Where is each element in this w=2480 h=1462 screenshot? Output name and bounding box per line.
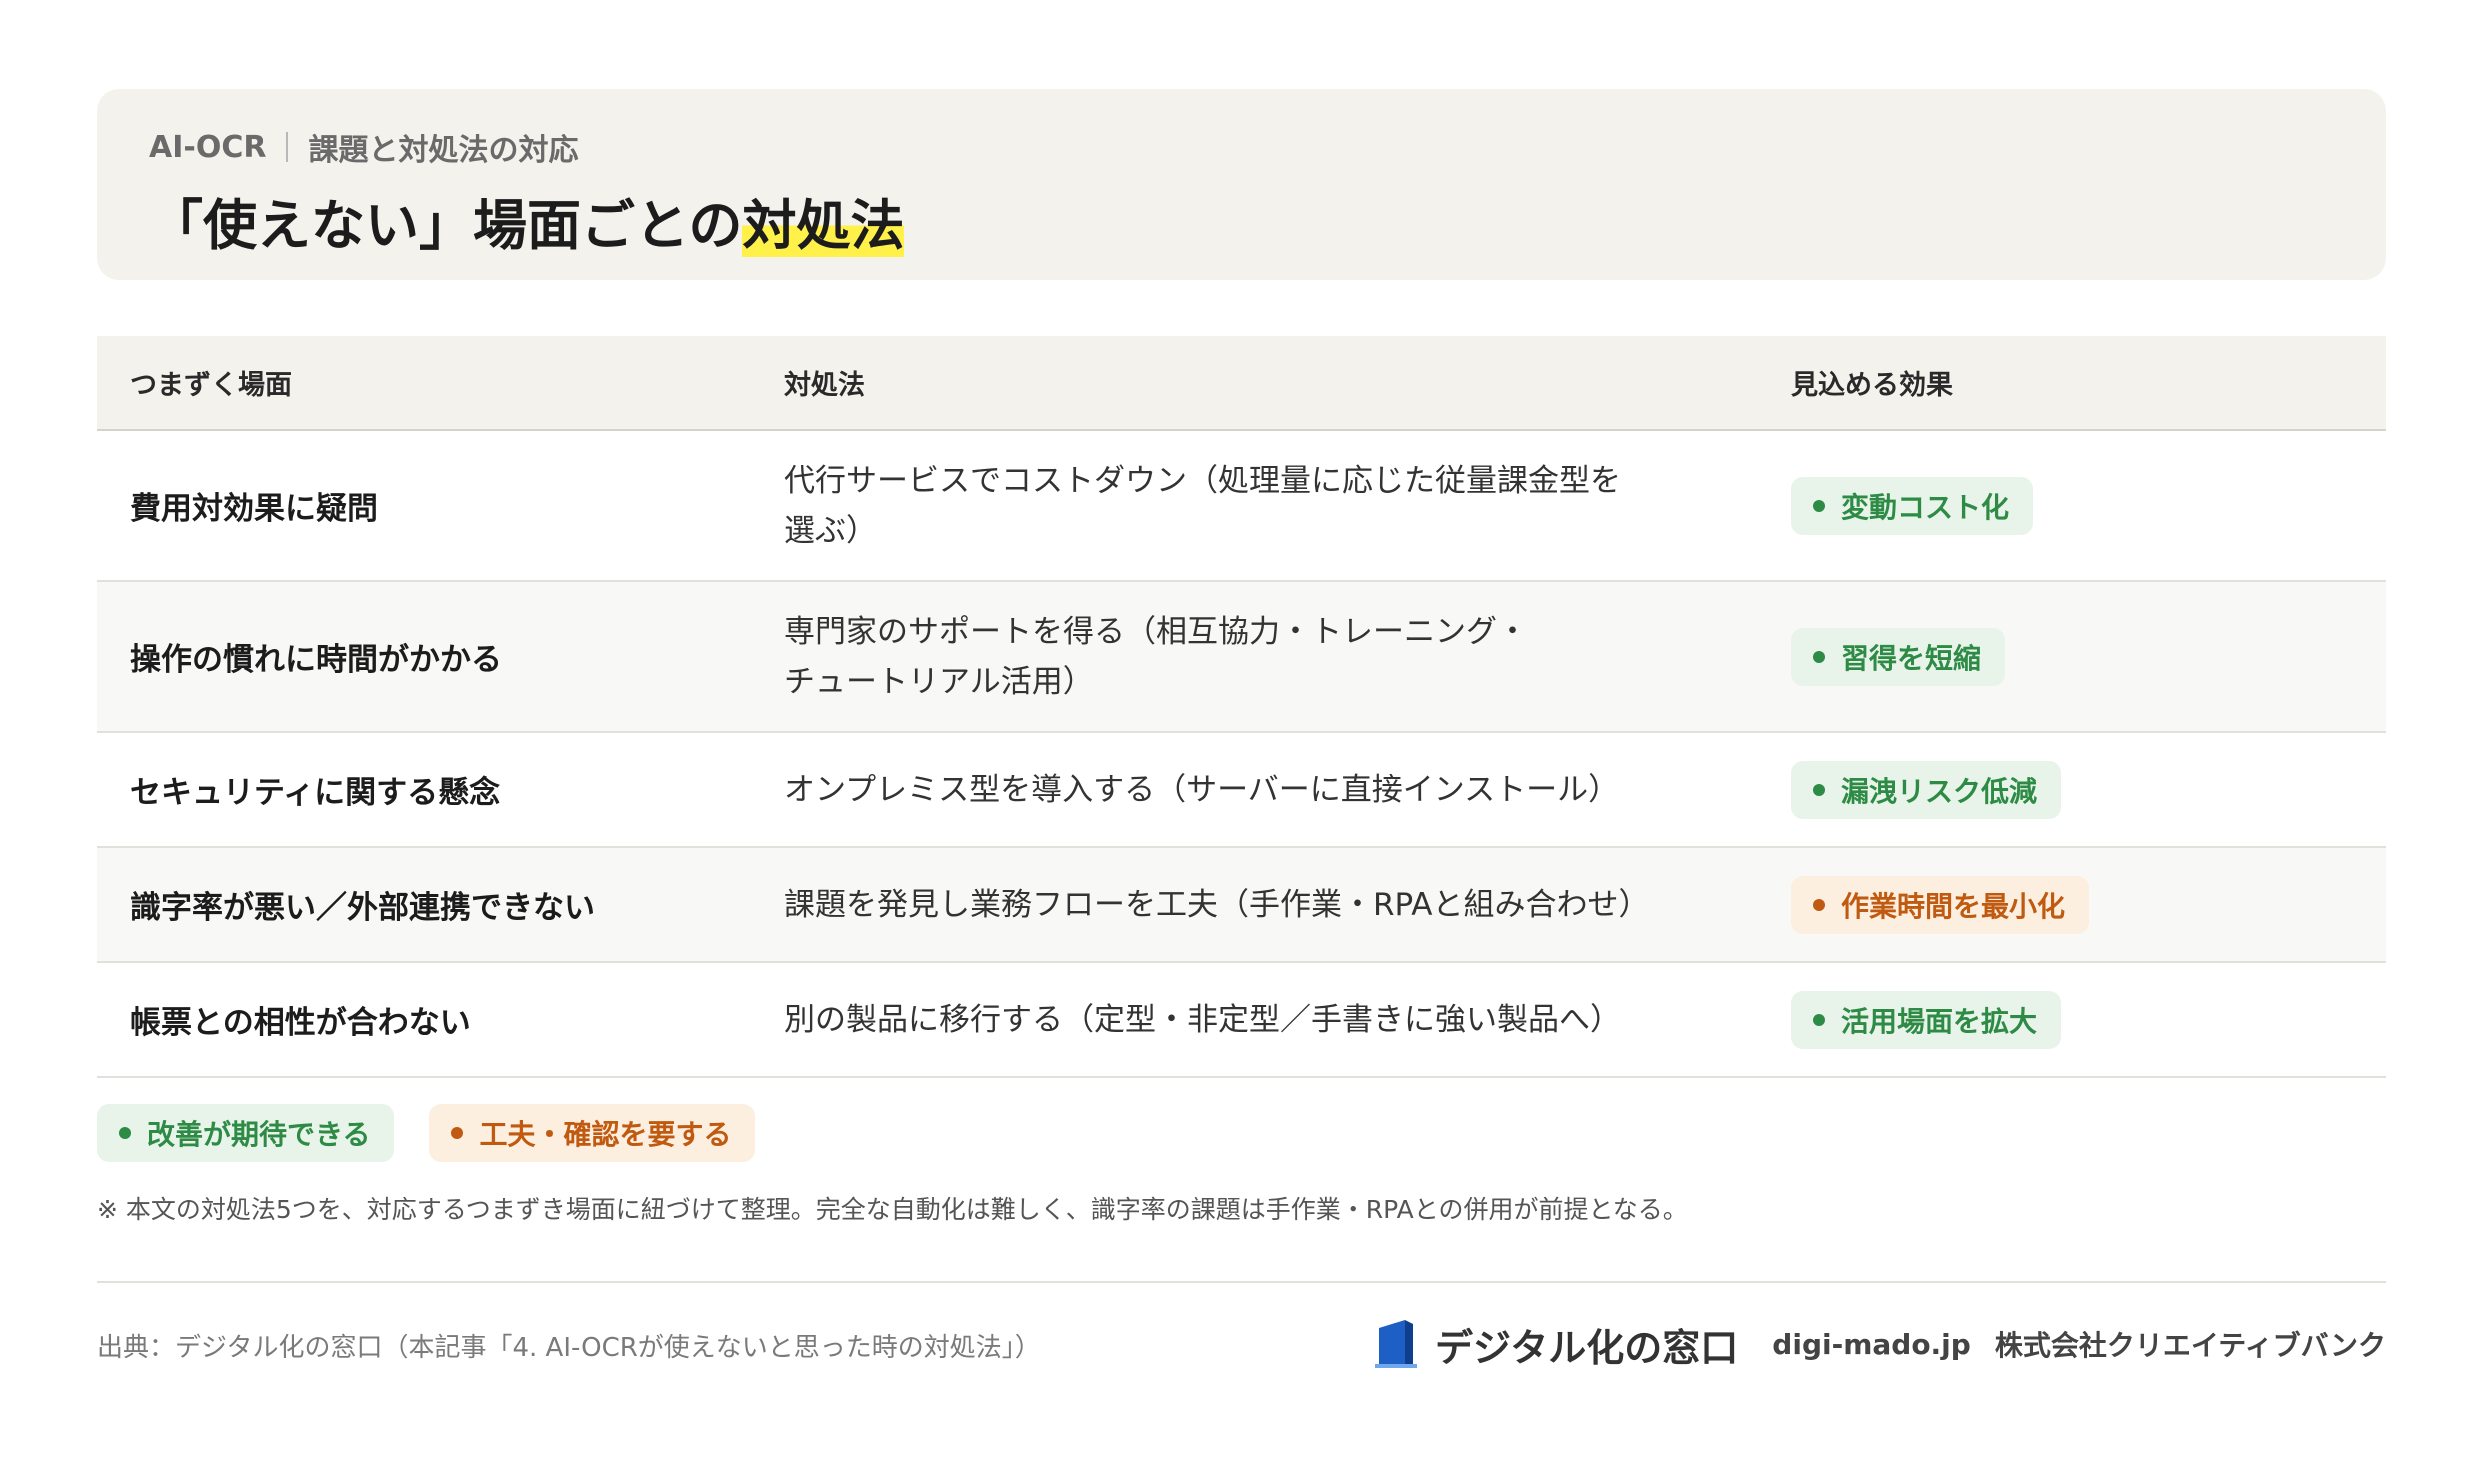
footnote: ※ 本文の対処法5つを、対応するつまずき場面に紐づけて整理。完全な自動化は難しく… — [97, 1195, 1688, 1224]
effect-label: 活用場面を拡大 — [1841, 1004, 2038, 1038]
title-highlight: 対処法 — [742, 194, 905, 257]
remedy-line: オンプレミス型を導入する（サーバーに直接インストール） — [784, 771, 1620, 808]
bullet-dot-icon — [451, 1127, 464, 1139]
column-header-effect: 見込める効果 — [1791, 370, 1953, 401]
bullet-dot-icon — [119, 1127, 131, 1139]
legend-improvement-label: 改善が期待できる — [147, 1118, 371, 1151]
window-door-icon — [1375, 1320, 1418, 1368]
remedy-line: 代行サービスでコストダウン（処理量に応じた従量課金型を — [784, 462, 1621, 499]
effect-cell: 習得を短縮 — [1791, 627, 2386, 686]
effect-cell: 作業時間を最小化 — [1791, 875, 2386, 934]
effect-cell: 漏洩リスク低減 — [1791, 760, 2386, 819]
remedy-line: 選ぶ） — [784, 512, 877, 549]
scene-cell: 操作の慣れに時間がかかる — [130, 642, 502, 678]
page-title: 「使えない」場面ごとの対処法 — [149, 181, 905, 260]
table-row: 識字率が悪い／外部連携できない 課題を発見し業務フローを工夫（手作業・RPAと組… — [97, 848, 2386, 963]
subtitle-label: 課題と対処法の対応 — [308, 133, 579, 168]
legend-needs-effort: 工夫・確認を要する — [429, 1104, 756, 1162]
bullet-dot-icon — [1813, 783, 1825, 796]
column-header-scene: つまずく場面 — [130, 370, 292, 401]
source-credit: 出典：デジタル化の窓口（本記事「4. AI-OCRが使えないと思った時の対処法」… — [97, 1333, 1041, 1363]
effect-cell: 変動コスト化 — [1791, 476, 2386, 535]
remedy-line: 専門家のサポートを得る（相互協力・トレーニング・ — [784, 613, 1528, 650]
effect-badge: 活用場面を拡大 — [1791, 990, 2062, 1049]
remedy-line: 課題を発見し業務フローを工夫（手作業・RPAと組み合わせ） — [784, 886, 1650, 923]
infographic-page: AI-OCR 課題と対処法の対応 「使えない」場面ごとの対処法 つまずく場面 対… — [0, 0, 2480, 1462]
legend-needs-effort-label: 工夫・確認を要する — [479, 1118, 732, 1151]
remedy-table: つまずく場面 対処法 見込める効果 費用対効果に疑問 代行サービスでコストダウン… — [97, 336, 2386, 1078]
scene-cell: 識字率が悪い／外部連携できない — [130, 890, 595, 926]
effect-badge: 漏洩リスク低減 — [1791, 760, 2062, 819]
remedy-cell: 別の製品に移行する（定型・非定型／手書きに強い製品へ） — [784, 995, 1791, 1045]
breadcrumb: AI-OCR 課題と対処法の対応 — [149, 127, 579, 169]
effect-label: 漏洩リスク低減 — [1841, 774, 2038, 808]
bullet-dot-icon — [1813, 1013, 1825, 1026]
bullet-dot-icon — [1813, 499, 1825, 512]
remedy-cell: オンプレミス型を導入する（サーバーに直接インストール） — [784, 765, 1791, 815]
footer-divider — [97, 1281, 2386, 1283]
scene-cell: 帳票との相性が合わない — [130, 1005, 471, 1041]
effect-label: 変動コスト化 — [1841, 490, 2010, 524]
legend: 改善が期待できる 工夫・確認を要する — [97, 1104, 756, 1162]
effect-badge: 変動コスト化 — [1791, 476, 2034, 535]
table-row: 帳票との相性が合わない 別の製品に移行する（定型・非定型／手書きに強い製品へ） … — [97, 963, 2386, 1078]
bullet-dot-icon — [1813, 898, 1825, 911]
table-row: 操作の慣れに時間がかかる 専門家のサポートを得る（相互協力・トレーニング・ チュ… — [97, 582, 2386, 733]
remedy-cell: 代行サービスでコストダウン（処理量に応じた従量課金型を 選ぶ） — [784, 456, 1791, 556]
remedy-line: 別の製品に移行する（定型・非定型／手書きに強い製品へ） — [784, 1001, 1621, 1038]
column-header-remedy: 対処法 — [784, 370, 865, 401]
breadcrumb-divider — [286, 132, 289, 162]
category-label: AI-OCR — [149, 129, 267, 165]
table-header: つまずく場面 対処法 見込める効果 — [97, 336, 2386, 431]
effect-badge: 作業時間を最小化 — [1791, 875, 2090, 934]
effect-badge: 習得を短縮 — [1791, 627, 2006, 686]
brand-domain: digi-mado.jp — [1772, 1327, 1971, 1361]
brand-block: デジタル化の窓口 digi-mado.jp 株式会社クリエイティブバンク — [1375, 1316, 2386, 1372]
remedy-cell: 課題を発見し業務フローを工夫（手作業・RPAと組み合わせ） — [784, 880, 1791, 930]
table-row: 費用対効果に疑問 代行サービスでコストダウン（処理量に応じた従量課金型を 選ぶ）… — [97, 431, 2386, 582]
legend-improvement: 改善が期待できる — [97, 1104, 395, 1162]
effect-label: 作業時間を最小化 — [1841, 889, 2066, 923]
remedy-cell: 専門家のサポートを得る（相互協力・トレーニング・ チュートリアル活用） — [784, 607, 1791, 707]
title-main: 「使えない」場面ごとの — [149, 194, 743, 257]
brand-name: デジタル化の窓口 — [1435, 1325, 1739, 1370]
effect-label: 習得を短縮 — [1841, 641, 1982, 675]
scene-cell: 費用対効果に疑問 — [130, 491, 378, 527]
header-card: AI-OCR 課題と対処法の対応 「使えない」場面ごとの対処法 — [97, 89, 2386, 280]
scene-cell: セキュリティに関する懸念 — [130, 775, 501, 811]
company-name: 株式会社クリエイティブバンク — [1994, 1329, 2386, 1362]
effect-cell: 活用場面を拡大 — [1791, 990, 2386, 1049]
table-row: セキュリティに関する懸念 オンプレミス型を導入する（サーバーに直接インストール）… — [97, 733, 2386, 848]
remedy-line: チュートリアル活用） — [784, 663, 1094, 700]
bullet-dot-icon — [1813, 650, 1825, 663]
